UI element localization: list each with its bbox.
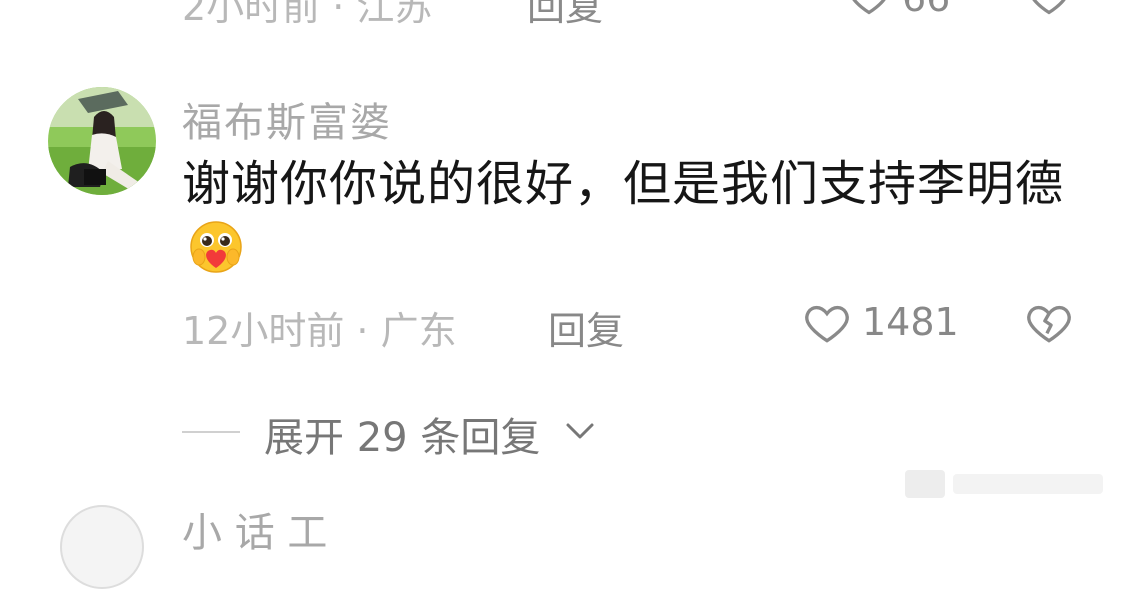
previous-comment-like-icon[interactable] [847, 0, 891, 27]
comment-body: 谢谢你你说的很好，但是我们支持李明德 [182, 152, 1082, 284]
previous-comment-broken-heart-icon[interactable] [1027, 0, 1071, 27]
previous-comment-time: 2小时前 · 江苏 [182, 0, 433, 29]
previous-comment-meta: 2小时前 · 江苏 回复 66 [182, 0, 1082, 29]
previous-comment-like-count: 66 [902, 0, 950, 20]
comment-username[interactable]: 福布斯富婆 [182, 90, 392, 148]
expand-replies-button[interactable]: 展开 29 条回复 [264, 405, 540, 463]
like-count: 1481 [862, 300, 959, 344]
hugging-heart-emoji-icon [186, 217, 246, 277]
chevron-down-icon[interactable] [564, 419, 596, 443]
comment-meta-row: 12小时前 · 广东 回复 1481 [182, 298, 1082, 353]
comment-text: 谢谢你你说的很好，但是我们支持李明德 [182, 156, 1065, 212]
next-comment-avatar[interactable] [60, 505, 144, 589]
broken-heart-icon[interactable] [1024, 298, 1074, 348]
next-comment-username[interactable]: 小 话 工 [182, 500, 327, 558]
expand-replies-row[interactable]: 展开 29 条回复 [182, 405, 882, 461]
reply-button[interactable]: 回复 [548, 300, 624, 355]
comment-time-location: 12小时前 · 广东 [182, 309, 457, 353]
watermark-graphic [905, 464, 1115, 504]
previous-comment-reply-button[interactable]: 回复 [527, 0, 603, 31]
divider-line [182, 431, 240, 433]
avatar[interactable] [48, 87, 156, 195]
heart-outline-icon[interactable] [802, 298, 852, 348]
